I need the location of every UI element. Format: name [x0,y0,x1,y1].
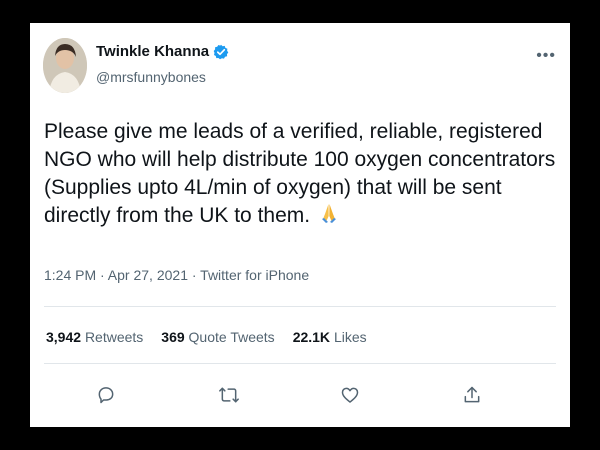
verified-badge-icon [213,44,229,60]
author-name-row: Twinkle Khanna [96,43,229,60]
divider [44,363,556,364]
folded-hands-icon [318,202,340,232]
retweet-icon[interactable] [218,385,240,405]
retweets-stat[interactable]: 3,942 Retweets [46,329,143,345]
quote-tweets-label: Quote Tweets [188,329,275,345]
share-icon[interactable] [462,385,482,405]
reply-icon[interactable] [96,385,116,405]
tweet-stats: 3,942 Retweets 369 Quote Tweets 22.1K Li… [46,329,367,345]
quote-tweets-count: 369 [161,329,185,345]
author-display-name[interactable]: Twinkle Khanna [96,43,209,60]
tweet-timestamp[interactable]: 1:24 PM · Apr 27, 2021 · Twitter for iPh… [44,267,309,283]
likes-count: 22.1K [292,329,331,345]
author-handle[interactable]: @mrsfunnybones [96,69,206,85]
likes-label: Likes [333,329,367,345]
tweet-text: Please give me leads of a verified, reli… [44,120,556,227]
quote-tweets-stat[interactable]: 369 Quote Tweets [161,329,274,345]
avatar[interactable] [43,38,87,93]
likes-stat[interactable]: 22.1K Likes [293,329,367,345]
divider [44,306,556,307]
retweets-label: Retweets [84,329,144,345]
more-options-icon[interactable]: ••• [536,47,556,65]
retweets-count: 3,942 [46,329,82,345]
like-icon[interactable] [340,385,360,405]
tweet-body: Please give me leads of a verified, reli… [44,118,560,232]
tweet-card: Twinkle Khanna @mrsfunnybones ••• Please… [30,23,570,427]
